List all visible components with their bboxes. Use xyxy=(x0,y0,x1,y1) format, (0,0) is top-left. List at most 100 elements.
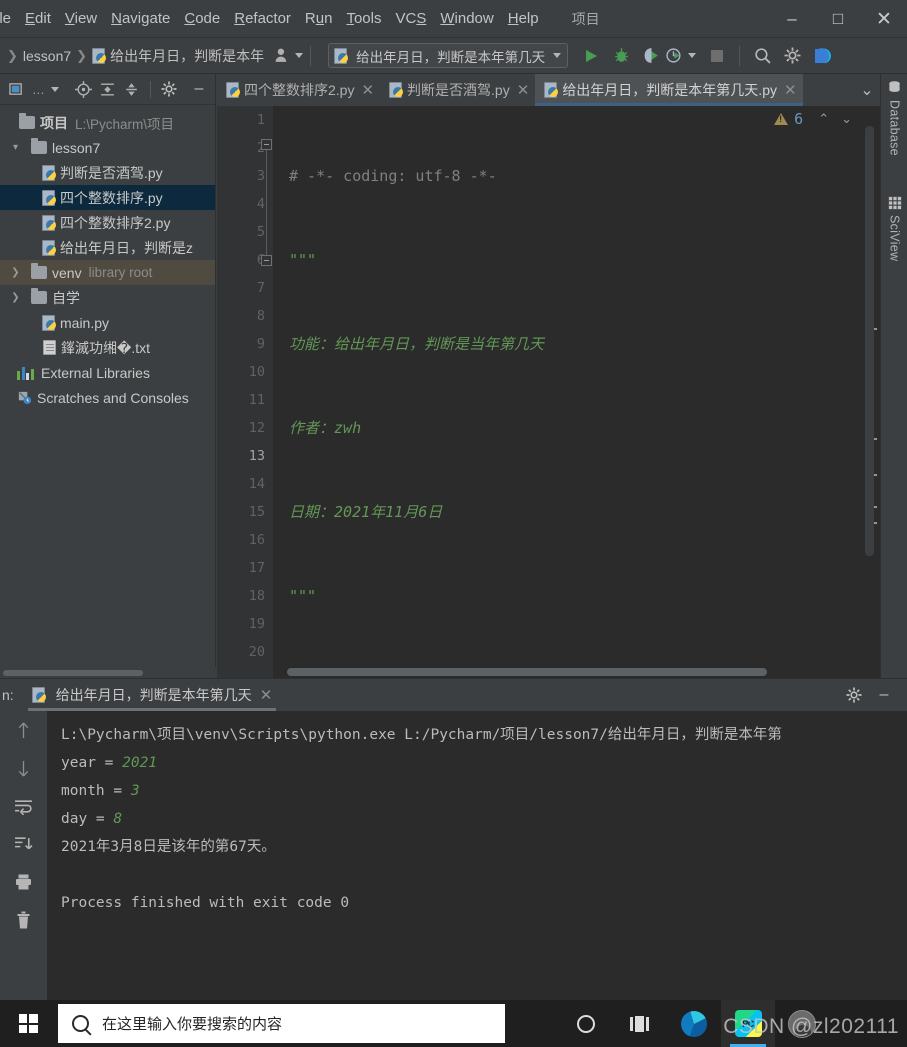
run-panel-header: n: 给出年月日，判断是本年第几天 ✕ – xyxy=(0,679,907,711)
project-settings-button[interactable] xyxy=(157,76,181,102)
pycharm-logo-button[interactable] xyxy=(807,41,837,71)
breadcrumb-file[interactable]: 给出年月日，判断是本年 xyxy=(92,46,264,66)
editor-gutter[interactable]: 1 2 3 4 5 6 7 8 9 10 11 12 13 14 15 16 1 xyxy=(217,106,273,678)
python-config-icon xyxy=(334,47,349,64)
menu-tools[interactable]: Tools xyxy=(339,8,388,29)
next-problem-icon[interactable]: ⌄ xyxy=(841,111,852,127)
tree-item-zixue[interactable]: ❯ 自学 xyxy=(0,285,215,310)
close-icon[interactable]: ✕ xyxy=(517,81,530,99)
hide-project-button[interactable]: – xyxy=(187,76,211,102)
menu-file[interactable]: ile xyxy=(0,8,18,29)
locate-file-button[interactable] xyxy=(72,76,96,102)
tree-item-txt[interactable]: 鎽滅功缃�.txt xyxy=(0,335,215,360)
menu-run[interactable]: Run xyxy=(298,8,340,29)
gear-icon xyxy=(784,47,801,64)
menu-code[interactable]: Code xyxy=(177,8,227,29)
project-view-selector[interactable] xyxy=(4,76,28,102)
editor-vertical-scrollbar[interactable] xyxy=(865,126,874,556)
tool-tab-database[interactable]: Database xyxy=(881,80,907,156)
menu-navigate[interactable]: Navigate xyxy=(104,8,177,29)
breadcrumb-lesson7[interactable]: lesson7 xyxy=(23,48,71,64)
hide-run-panel-button[interactable]: – xyxy=(869,686,899,704)
run-tab[interactable]: 给出年月日，判断是本年第几天 ✕ xyxy=(27,679,277,711)
editor-tab-1[interactable]: 判断是否酒驾.py ✕ xyxy=(380,74,535,106)
tree-item-lesson7[interactable]: ▾ lesson7 xyxy=(0,135,215,160)
tree-item-py-3[interactable]: 四个整数排序2.py xyxy=(0,210,215,235)
tree-item-py-4[interactable]: 给出年月日，判断是z xyxy=(0,235,215,260)
run-tab-label: 给出年月日，判断是本年第几天 xyxy=(55,687,252,703)
tree-sublabel: L:\Pycharm\项目 xyxy=(75,116,175,132)
profile-chevron-icon xyxy=(688,53,697,58)
start-button[interactable] xyxy=(0,1000,56,1047)
fold-marker-end[interactable] xyxy=(261,255,272,266)
chevron-right-icon[interactable]: ❯ xyxy=(8,292,23,303)
tree-item-project-root[interactable]: ❯ 项目 L:\Pycharm\项目 xyxy=(0,110,215,135)
user-menu-button[interactable] xyxy=(274,47,304,64)
clear-console-button[interactable] xyxy=(0,901,47,939)
tree-item-external-libraries[interactable]: External Libraries xyxy=(0,360,215,385)
scroll-down-button[interactable] xyxy=(0,749,47,787)
task-view-button[interactable] xyxy=(613,1000,667,1047)
editor-tab-bar: 四个整数排序2.py ✕ 判断是否酒驾.py ✕ 给出年月日，判断是本年第几天.… xyxy=(217,74,880,106)
profile-button[interactable] xyxy=(666,41,697,71)
folder-icon xyxy=(31,263,47,279)
tree-item-py-2[interactable]: 四个整数排序.py xyxy=(0,185,215,210)
tree-item-main-py[interactable]: main.py xyxy=(0,310,215,335)
previous-problem-icon[interactable]: ⌃ xyxy=(818,111,829,127)
line-number: 1 xyxy=(256,112,265,128)
code-editor[interactable]: 1 2 3 4 5 6 7 8 9 10 11 12 13 14 15 16 1 xyxy=(217,106,880,678)
menu-help[interactable]: Help xyxy=(501,8,546,29)
run-button[interactable] xyxy=(576,41,606,71)
stop-icon xyxy=(711,49,724,62)
menu-view[interactable]: View xyxy=(58,8,104,29)
cortana-button[interactable] xyxy=(559,1000,613,1047)
inspection-widget[interactable]: 6 ⌃ ⌄ xyxy=(774,110,858,128)
menu-refactor[interactable]: Refactor xyxy=(227,8,298,29)
maximize-button[interactable]: □ xyxy=(815,0,861,38)
scroll-to-end-button[interactable] xyxy=(0,825,47,863)
search-everywhere-button[interactable] xyxy=(747,41,777,71)
debug-icon xyxy=(614,48,628,62)
tree-item-scratches[interactable]: Scratches and Consoles xyxy=(0,385,215,410)
close-icon[interactable]: ✕ xyxy=(361,81,374,99)
chevron-down-icon[interactable]: ▾ xyxy=(8,142,23,153)
tool-tab-sciview[interactable]: SciView xyxy=(881,196,907,261)
scroll-up-button[interactable] xyxy=(0,711,47,749)
run-configuration-selector[interactable]: 给出年月日，判断是本年第几天 xyxy=(328,43,569,68)
console-day-value: 8 xyxy=(113,811,123,827)
debug-button[interactable] xyxy=(606,41,636,71)
project-selector-caret[interactable] xyxy=(49,76,62,102)
fold-marker-start[interactable] xyxy=(261,139,272,150)
chevron-right-icon[interactable]: ❯ xyxy=(8,267,23,278)
project-horizontal-scrollbar[interactable] xyxy=(0,667,216,678)
menu-vcs[interactable]: VCS xyxy=(388,8,433,29)
collapse-all-button[interactable] xyxy=(120,76,144,102)
project-selector-dots[interactable]: … xyxy=(28,76,48,102)
taskbar-search-box[interactable]: 在这里输入你要搜索的内容 xyxy=(58,1004,505,1043)
coverage-button[interactable] xyxy=(636,41,666,71)
menu-window[interactable]: Window xyxy=(433,8,500,29)
console-output[interactable]: L:\Pycharm\项目\venv\Scripts\python.exe L:… xyxy=(47,711,907,1001)
code-content[interactable]: # -*- coding: utf-8 -*- """ 功能：给出年月日，判断是… xyxy=(273,106,880,678)
settings-button[interactable] xyxy=(777,41,807,71)
menu-edit[interactable]: Edit xyxy=(18,8,58,29)
edge-button[interactable] xyxy=(667,1000,721,1047)
editor-horizontal-scrollbar[interactable] xyxy=(287,668,767,676)
tree-item-py-1[interactable]: 判断是否酒驾.py xyxy=(0,160,215,185)
run-settings-button[interactable] xyxy=(839,687,869,703)
tree-sublabel: library root xyxy=(88,265,153,280)
print-button[interactable] xyxy=(0,863,47,901)
tree-item-venv[interactable]: ❯ venv library root xyxy=(0,260,215,285)
close-icon[interactable]: ✕ xyxy=(784,81,797,99)
editor-tab-2[interactable]: 给出年月日，判断是本年第几天.py ✕ xyxy=(535,74,803,106)
editor-tab-0[interactable]: 四个整数排序2.py ✕ xyxy=(217,74,380,106)
tree-arrow: ❯ xyxy=(4,117,19,128)
expand-all-button[interactable] xyxy=(96,76,120,102)
close-button[interactable]: ✕ xyxy=(861,0,907,38)
editor-tab-list-button[interactable]: ⌄ xyxy=(854,74,880,106)
soft-wrap-button[interactable] xyxy=(0,787,47,825)
stop-button[interactable] xyxy=(702,41,732,71)
close-icon[interactable]: ✕ xyxy=(260,686,273,704)
run-side-toolbar xyxy=(0,711,47,1001)
minimize-button[interactable]: – xyxy=(769,0,815,38)
